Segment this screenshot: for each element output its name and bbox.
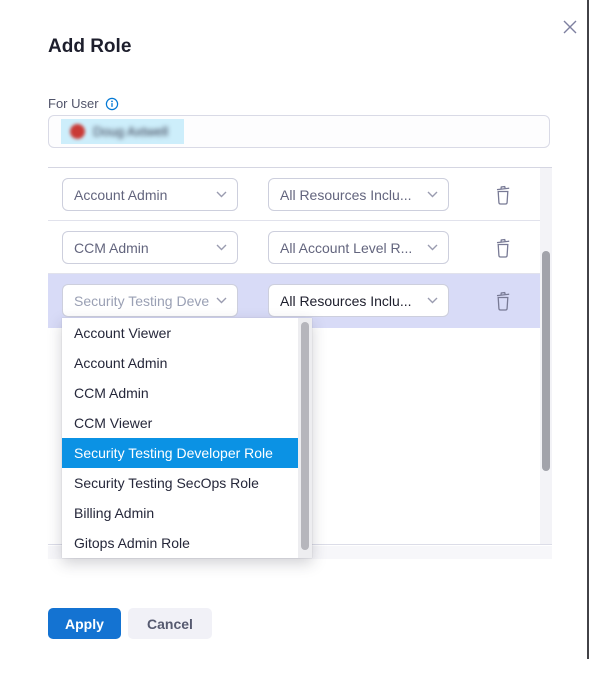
chevron-down-icon xyxy=(216,297,227,304)
avatar xyxy=(70,124,85,139)
for-user-label-row: For User xyxy=(48,96,119,111)
dropdown-option[interactable]: CCM Admin xyxy=(62,378,298,408)
apply-button[interactable]: Apply xyxy=(48,608,121,639)
chevron-down-icon xyxy=(216,191,227,198)
page-title: Add Role xyxy=(48,36,131,58)
close-icon xyxy=(561,18,579,36)
dropdown-scrollbar-thumb[interactable] xyxy=(301,322,309,550)
role-row-2: CCM Admin All Account Level R... xyxy=(48,221,540,274)
role-row-1: Account Admin All Resources Inclu... xyxy=(48,168,540,221)
delete-row-button-1[interactable] xyxy=(492,184,514,206)
cancel-button[interactable]: Cancel xyxy=(128,608,212,639)
vertical-scrollbar-thumb[interactable] xyxy=(542,251,550,471)
trash-icon xyxy=(494,185,512,205)
dropdown-option[interactable]: Gitops Admin Role xyxy=(62,528,298,558)
role-select-1[interactable]: Account Admin xyxy=(62,178,238,211)
add-role-dialog: Add Role For User Doug Axtwell Account A… xyxy=(0,0,600,684)
chevron-down-icon xyxy=(427,244,438,251)
user-chip[interactable]: Doug Axtwell xyxy=(61,119,184,144)
role-options-dropdown: Account Viewer Account Admin CCM Admin C… xyxy=(62,318,312,558)
dropdown-option[interactable]: Security Testing Developer Role xyxy=(62,438,298,468)
trash-icon xyxy=(494,291,512,311)
trash-icon xyxy=(494,238,512,258)
dropdown-scrollbar-track[interactable] xyxy=(298,318,312,558)
user-chip-name: Doug Axtwell xyxy=(93,124,168,139)
dropdown-option[interactable]: CCM Viewer xyxy=(62,408,298,438)
dropdown-option[interactable]: Security Testing SecOps Role xyxy=(62,468,298,498)
dropdown-option[interactable]: Account Viewer xyxy=(62,318,298,348)
resource-select-2[interactable]: All Account Level R... xyxy=(268,231,449,264)
chevron-down-icon xyxy=(216,244,227,251)
panel-edge-divider xyxy=(587,0,589,659)
dropdown-option[interactable]: Billing Admin xyxy=(62,498,298,528)
user-input[interactable]: Doug Axtwell xyxy=(48,115,550,148)
resource-select-1[interactable]: All Resources Inclu... xyxy=(268,178,449,211)
chevron-down-icon xyxy=(427,297,438,304)
role-select-2[interactable]: CCM Admin xyxy=(62,231,238,264)
for-user-label: For User xyxy=(48,96,99,111)
role-select-3[interactable]: Security Testing Deve xyxy=(62,284,238,317)
dropdown-option[interactable]: Account Admin xyxy=(62,348,298,378)
vertical-scrollbar-track[interactable] xyxy=(540,168,552,544)
delete-row-button-3[interactable] xyxy=(492,290,514,312)
delete-row-button-2[interactable] xyxy=(492,237,514,259)
info-icon[interactable] xyxy=(105,97,119,111)
chevron-down-icon xyxy=(427,191,438,198)
close-button[interactable] xyxy=(559,16,581,38)
resource-select-3[interactable]: All Resources Inclu... xyxy=(268,284,449,317)
